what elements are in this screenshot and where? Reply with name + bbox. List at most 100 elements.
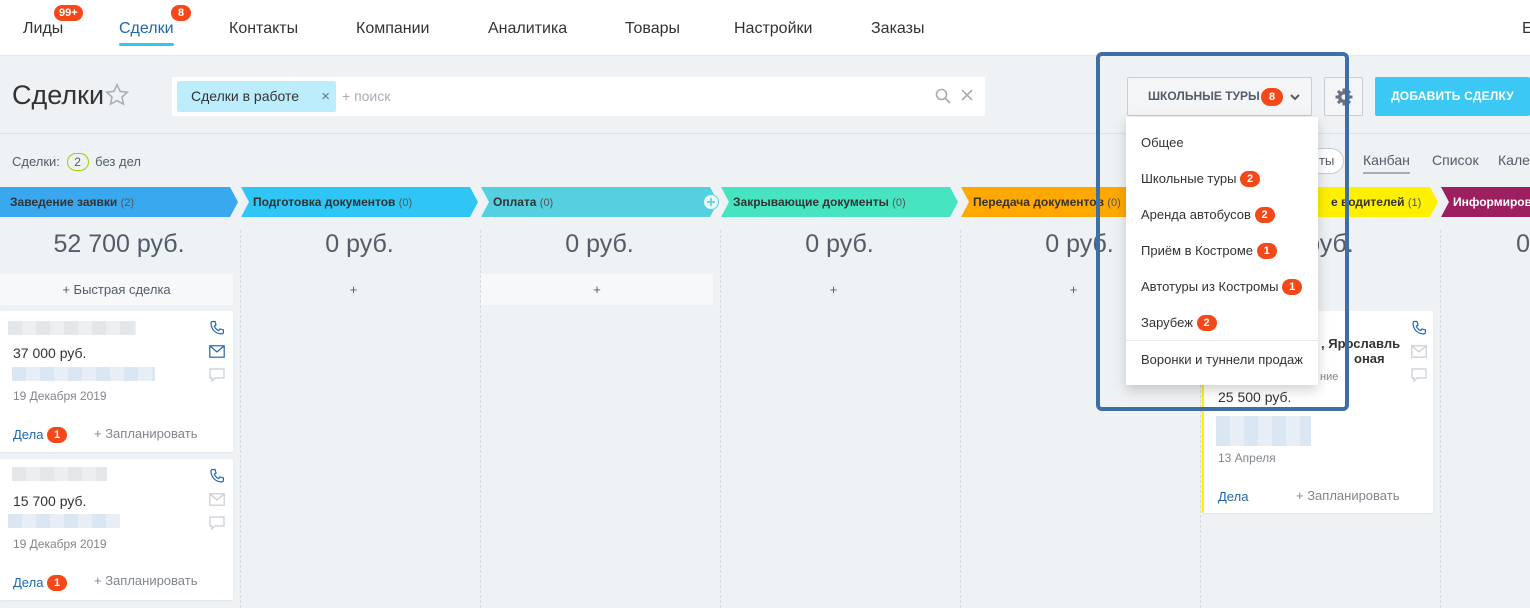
- stage-header[interactable]: Подготовка документов (0): [241, 187, 478, 217]
- nav-label: Е: [1522, 20, 1530, 37]
- phone-icon[interactable]: [1411, 320, 1427, 336]
- schedule-link[interactable]: + Запланировать: [1296, 488, 1399, 503]
- redacted-contact: [1216, 416, 1311, 446]
- stage-header[interactable]: Заведение заявки (2): [0, 187, 238, 217]
- nav-label: Настройки: [734, 20, 813, 37]
- nav-leads-badge: 99+: [54, 5, 83, 21]
- add-stage-icon[interactable]: [703, 194, 719, 210]
- counter-value[interactable]: 2: [66, 153, 89, 171]
- nav-more[interactable]: Е: [1522, 20, 1530, 38]
- menu-item-school-tours[interactable]: Школьные туры 2: [1141, 171, 1261, 187]
- nav-analytics[interactable]: Аналитика: [488, 20, 567, 38]
- schedule-link[interactable]: + Запланировать: [94, 573, 197, 588]
- quick-deal-button[interactable]: + Быстрая сделка: [0, 274, 233, 305]
- deal-date: 19 Декабря 2019: [13, 537, 107, 551]
- stage-sum: 0 руб.: [325, 230, 394, 258]
- nav-label: Сделки: [119, 20, 174, 37]
- gear-icon: [1335, 88, 1353, 106]
- deal-activities-link[interactable]: Дела 1: [13, 575, 68, 591]
- clear-icon[interactable]: [959, 87, 975, 103]
- deal-activities-link[interactable]: Дела 1: [13, 427, 68, 443]
- nav-contacts[interactable]: Контакты: [229, 20, 298, 38]
- nav-leads[interactable]: Лиды: [23, 20, 63, 38]
- menu-item-badge: 2: [1254, 207, 1275, 223]
- stage-header[interactable]: Оплата (0): [481, 187, 718, 217]
- stage-name: Информиров: [1453, 195, 1530, 209]
- add-deal-button[interactable]: ДОБАВИТЬ СДЕЛКУ: [1375, 77, 1530, 116]
- tab-list[interactable]: Список: [1432, 152, 1479, 168]
- nav-orders[interactable]: Заказы: [871, 20, 924, 38]
- schedule-link[interactable]: + Запланировать: [94, 426, 197, 441]
- menu-item-badge: 2: [1196, 315, 1217, 331]
- stage-count: (1): [1407, 197, 1422, 209]
- menu-item-kostroma-autotours[interactable]: Автотуры из Костромы 1: [1141, 279, 1303, 295]
- deal-card[interactable]: 15 700 руб. 19 Декабря 2019 Дела 1 + Зап…: [0, 459, 233, 600]
- deal-card[interactable]: 37 000 руб. 19 Декабря 2019 Дела 1 + Зап…: [0, 311, 233, 452]
- column-divider: [1440, 230, 1441, 608]
- menu-item-label: Зарубеж: [1141, 315, 1193, 330]
- menu-item-kostroma-reception[interactable]: Приём в Костроме 1: [1141, 243, 1277, 259]
- nav-deals[interactable]: Сделки: [119, 20, 174, 46]
- menu-item-funnels[interactable]: Воронки и туннели продаж: [1141, 352, 1303, 367]
- menu-item-badge: 2: [1240, 171, 1261, 187]
- counter-suffix: без дел: [95, 154, 141, 169]
- deal-date: 13 Апреля: [1218, 451, 1276, 465]
- stage-count: (0): [892, 197, 906, 209]
- tab-calendar[interactable]: Кале: [1498, 152, 1530, 168]
- deal-title: оная: [1354, 351, 1385, 366]
- stage-header[interactable]: Информиров: [1441, 187, 1530, 217]
- nav-deals-badge: 8: [171, 5, 191, 21]
- nav-settings[interactable]: Настройки: [734, 20, 812, 38]
- filter-chip[interactable]: Сделки в работе ×: [177, 81, 336, 112]
- menu-item-label: Общее: [1141, 135, 1184, 150]
- page-title: Сделки: [12, 80, 105, 110]
- stage-sum: 0 руб.: [565, 230, 634, 258]
- activities-badge: 1: [47, 575, 68, 591]
- menu-item-label: Аренда автобусов: [1141, 207, 1251, 222]
- nav-label: Заказы: [871, 20, 925, 37]
- add-deal-plus[interactable]: +: [481, 274, 713, 305]
- add-deal-plus[interactable]: +: [721, 274, 946, 305]
- nav-companies[interactable]: Компании: [356, 20, 430, 38]
- add-deal-plus[interactable]: +: [241, 274, 466, 305]
- settings-button[interactable]: [1324, 77, 1363, 116]
- stage-header[interactable]: Закрывающие документы (0): [721, 187, 958, 217]
- mail-icon[interactable]: [209, 345, 225, 358]
- stage-name: Оплата: [493, 195, 537, 209]
- search-input[interactable]: + поиск: [342, 88, 390, 104]
- nav-label: Аналитика: [488, 20, 568, 37]
- menu-item-label: Приём в Костроме: [1141, 243, 1254, 258]
- search-icon[interactable]: [935, 88, 951, 104]
- redacted-title: [8, 321, 136, 335]
- activities-label: Дела: [13, 575, 44, 590]
- star-icon[interactable]: [104, 82, 130, 108]
- menu-item-abroad[interactable]: Зарубеж 2: [1141, 315, 1217, 331]
- stage-count: (0): [1107, 197, 1121, 209]
- deal-price: 37 000 руб.: [13, 345, 87, 361]
- stage-sum: 0 руб.: [805, 230, 874, 258]
- menu-item-general[interactable]: Общее: [1141, 135, 1184, 150]
- pipeline-select-button[interactable]: ШКОЛЬНЫЕ ТУРЫ 8: [1127, 77, 1312, 116]
- mail-icon[interactable]: [1411, 345, 1427, 358]
- chat-icon[interactable]: [209, 516, 225, 531]
- stage-name: Заведение заявки: [10, 195, 118, 209]
- menu-item-label: Автотуры из Костромы: [1141, 279, 1279, 294]
- redacted-contact: [8, 514, 120, 528]
- chat-icon[interactable]: [1411, 368, 1427, 383]
- phone-icon[interactable]: [209, 320, 225, 336]
- stage-sum: 52 700 руб.: [53, 230, 185, 258]
- chat-icon[interactable]: [209, 368, 225, 383]
- phone-icon[interactable]: [209, 468, 225, 484]
- activities-label: Дела: [13, 427, 44, 442]
- nav-products[interactable]: Товары: [625, 20, 680, 38]
- chevron-down-icon: [1290, 94, 1300, 101]
- search-bar[interactable]: Сделки в работе × + поиск: [172, 77, 985, 116]
- top-navigation: Лиды 99+ Сделки 8 Контакты Компании Анал…: [0, 0, 1530, 56]
- menu-item-bus-rental[interactable]: Аренда автобусов 2: [1141, 207, 1275, 223]
- tab-kanban[interactable]: Канбан: [1363, 152, 1410, 174]
- deal-subtitle: ние: [1320, 371, 1339, 383]
- stage-name: Передача документов: [973, 195, 1104, 209]
- mail-icon[interactable]: [209, 493, 225, 506]
- deal-activities-link[interactable]: Дела: [1218, 489, 1248, 504]
- close-icon[interactable]: ×: [321, 81, 330, 112]
